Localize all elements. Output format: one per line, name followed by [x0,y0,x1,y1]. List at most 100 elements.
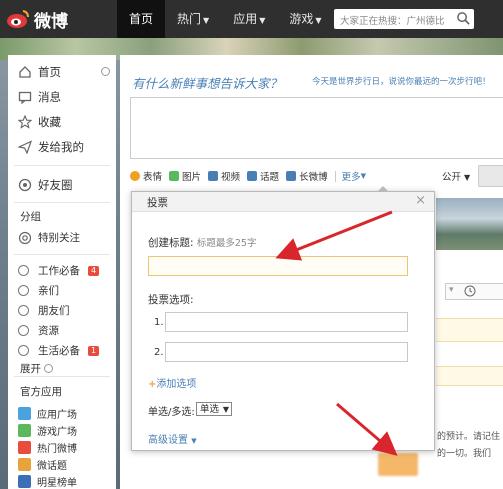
divider [14,202,110,203]
nav-item-1[interactable]: 热门 ▼ [165,0,221,38]
chevron-down-icon: ▼ [464,173,471,182]
toolbar-image-button[interactable]: 图片 [169,169,201,183]
divider [14,376,110,377]
app-label: 热门微博 [37,444,77,455]
caret-down-icon: ▼ [315,16,322,25]
video-icon [208,171,219,181]
app-icon [18,424,31,437]
send-icon [18,140,32,154]
toolbar-smile-button[interactable]: 表情 [130,169,162,183]
group-ring-icon [18,305,29,316]
nav-item-3[interactable]: 游戏 ▼ [277,0,333,38]
expand-groups-link[interactable]: 展开 [20,361,53,376]
advanced-settings-link[interactable]: 高级设置 ▼ [148,431,197,446]
friends-circle-icon [18,178,32,192]
nav-item-0[interactable]: 首页 [117,0,166,38]
app-link[interactable]: 热门微博 [18,440,77,455]
top-navigation-bar: 微博 首页 热门 ▼ 应用 ▼ 游戏 ▼ 大家正在热搜：广州德比 [0,0,503,38]
app-link[interactable]: 游戏广场 [18,423,77,438]
compose-textarea[interactable] [130,97,503,159]
search-box[interactable]: 大家正在热搜：广州德比 [334,9,474,29]
dialog-header: 投票 × [132,192,434,212]
app-link[interactable]: 明星榜单 [18,474,77,489]
toolbar-more-button[interactable]: 更多 ▼ [342,169,366,183]
sidebar-group-item[interactable]: 朋友们 [18,303,70,318]
sidebar-item-label: 首页 [38,65,61,79]
single-multi-select[interactable]: 单选 ▼ [196,402,232,416]
app-icon [18,458,31,471]
title-hint: 标题最多25字 [196,238,257,249]
toolbar-divider [334,170,336,182]
nav-item-label: 热门 [177,12,202,26]
sidebar-item-label: 发给我的 [38,140,84,154]
group-ring-icon [18,265,29,276]
sidebar-item-label: 消息 [38,90,61,104]
expand-label: 展开 [20,363,41,375]
add-option-link[interactable]: +添加选项 [148,375,196,390]
feed-text-line: 的一切。我们 [437,449,492,459]
nav-item-label: 应用 [233,12,258,26]
sidebar-group-item[interactable]: 亲们 [18,283,59,298]
sidebar-item-special-follow[interactable]: 特别关注 [18,230,80,245]
vote-dialog: 投票 × 创建标题: 标题最多25字 投票选项: 1. 2. +添加选项 单选/… [131,186,435,451]
title-label: 创建标题: 标题最多25字 [148,235,256,250]
clock-icon [464,285,476,297]
group-ring-icon [18,325,29,336]
toolbar-longpost-button[interactable]: 长微博 [286,169,328,183]
sidebar-item-sent-to-me[interactable]: 发给我的 [18,139,84,155]
publish-button[interactable] [478,165,503,187]
sidebar-item-friends-circle[interactable]: 好友圈 [18,177,73,193]
option-number: 2. [154,347,164,358]
chevron-down-icon: ▼ [360,172,366,180]
app-label: 明星榜单 [37,478,77,489]
vote-title-input[interactable] [148,256,408,276]
group-label: 亲们 [38,285,59,297]
smile-icon [130,171,140,181]
toolbar-label: 长微博 [299,172,328,183]
group-ring-icon [18,345,29,356]
target-icon [18,231,32,244]
more-label: 更多 [341,172,361,183]
sidebar-item-home[interactable]: 首页 [18,64,61,80]
search-input[interactable]: 大家正在热搜：广州德比 [340,13,448,27]
app-link[interactable]: 应用广场 [18,406,77,421]
visibility-select[interactable]: 公开 ▼ [442,169,470,183]
sidebar-item-label: 收藏 [38,115,61,129]
left-sidebar: 首页 消息 收藏 发给我的 好友圈 分组 特别关注 工作必备 4 亲们 朋友们 资源 生活… [8,55,116,489]
group-label: 朋友们 [38,305,70,317]
toolbar-video-button[interactable]: 视频 [208,169,240,183]
chevron-down-icon: ▼ [222,405,229,414]
weibo-logo[interactable]: 微博 [6,6,68,32]
app-link[interactable]: 微话题 [18,457,67,472]
options-label: 投票选项: [148,294,194,306]
group-ring-icon [18,285,29,296]
home-icon [19,66,31,78]
sidebar-group-item[interactable]: 资源 [18,323,59,338]
longpost-icon [286,171,297,181]
app-icon [18,441,31,454]
toolbar-label: 图片 [182,172,202,183]
weibo-eye-icon [7,10,29,28]
search-icon[interactable] [456,11,471,26]
topic-hint-link[interactable]: 今天是世界步行日，说说你最远的一次步行吧！ [312,75,491,87]
vote-option-1-input[interactable] [165,312,408,332]
vote-option-2-input[interactable] [165,342,408,362]
app-icon [18,475,31,488]
app-icon [18,407,31,420]
sidebar-group-item[interactable]: 工作必备 4 [18,263,100,278]
feed-sort-control[interactable]: ▾ [445,283,503,300]
sidebar-item-favorites[interactable]: 收藏 [18,114,61,130]
close-icon[interactable]: × [415,193,426,208]
nav-item-2[interactable]: 应用 ▼ [221,0,277,38]
sidebar-item-messages[interactable]: 消息 [18,89,61,105]
logo-text: 微博 [34,11,68,32]
toolbar-label: 视频 [221,172,241,183]
feed-notice-bar [436,318,503,342]
title-label-text: 创建标题: [148,237,194,249]
sidebar-group-item[interactable]: 生活必备 1 [18,343,100,358]
settings-dot-icon[interactable] [101,67,110,76]
group-label: 生活必备 [38,345,80,357]
divider [14,254,110,255]
blurred-submit-button[interactable] [378,453,418,476]
toolbar-topic-button[interactable]: 话题 [247,169,279,183]
